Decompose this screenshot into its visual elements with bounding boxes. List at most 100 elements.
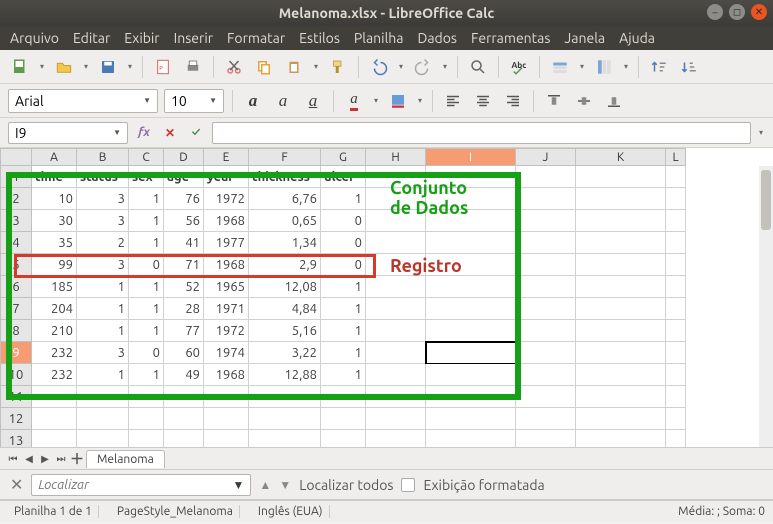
tab-next-icon[interactable]: ▶: [38, 452, 52, 466]
cell[interactable]: 52: [164, 276, 204, 298]
cell[interactable]: [426, 210, 516, 232]
chevron-down-icon[interactable]: ▼: [143, 96, 151, 105]
cell[interactable]: year: [204, 166, 249, 188]
cell[interactable]: 0,65: [249, 210, 321, 232]
cell[interactable]: ulcer: [321, 166, 366, 188]
cell[interactable]: [426, 364, 516, 386]
cell[interactable]: [576, 386, 666, 408]
cell[interactable]: 1968: [204, 210, 249, 232]
cell[interactable]: [249, 386, 321, 408]
cell[interactable]: [366, 210, 426, 232]
font-name-combo[interactable]: ▼: [8, 89, 158, 113]
cell[interactable]: [666, 430, 686, 448]
row-header[interactable]: 4: [0, 232, 32, 254]
cell[interactable]: 1968: [204, 254, 249, 276]
redo-icon[interactable]: [411, 55, 435, 79]
valign-bottom-icon[interactable]: [602, 89, 626, 113]
cell[interactable]: [666, 320, 686, 342]
cell[interactable]: [249, 408, 321, 430]
cell[interactable]: [516, 320, 576, 342]
cell[interactable]: 30: [32, 210, 77, 232]
cell[interactable]: 204: [32, 298, 77, 320]
cell[interactable]: [516, 408, 576, 430]
row-header[interactable]: 5: [0, 254, 32, 276]
valign-middle-icon[interactable]: [572, 89, 596, 113]
cell[interactable]: [666, 232, 686, 254]
cell[interactable]: [576, 320, 666, 342]
cell[interactable]: 1: [129, 188, 164, 210]
undo-icon[interactable]: [367, 55, 391, 79]
cell[interactable]: 1: [77, 320, 129, 342]
cell[interactable]: 77: [164, 320, 204, 342]
cell[interactable]: 1968: [204, 364, 249, 386]
cell[interactable]: [366, 364, 426, 386]
column-header[interactable]: C: [129, 148, 164, 166]
cell[interactable]: 185: [32, 276, 77, 298]
cell[interactable]: 60: [164, 342, 204, 364]
bold-icon[interactable]: a: [241, 89, 265, 113]
formatted-display-checkbox[interactable]: [401, 478, 415, 492]
menu-editar[interactable]: Editar: [73, 30, 110, 46]
find-all-button[interactable]: Localizar todos: [299, 477, 393, 493]
cell[interactable]: 1: [321, 320, 366, 342]
function-wizard-icon[interactable]: fx: [134, 123, 154, 143]
cell[interactable]: [321, 430, 366, 448]
font-color-dropdown[interactable]: ▾: [372, 96, 380, 105]
cell[interactable]: 1: [77, 298, 129, 320]
copy-icon[interactable]: [252, 55, 276, 79]
paste-icon[interactable]: [282, 55, 306, 79]
align-right-icon[interactable]: [501, 89, 525, 113]
save-icon[interactable]: [96, 55, 120, 79]
cell[interactable]: 0: [321, 254, 366, 276]
cell[interactable]: 1: [321, 364, 366, 386]
row-header[interactable]: 12: [0, 408, 32, 430]
cell[interactable]: [576, 276, 666, 298]
cell[interactable]: [666, 210, 686, 232]
cell[interactable]: [321, 386, 366, 408]
cell[interactable]: 6,76: [249, 188, 321, 210]
spreadsheet-area[interactable]: ABCDEFGHIJKL1timestatussexageyearthickne…: [0, 148, 773, 448]
cell[interactable]: 1: [321, 188, 366, 210]
font-color-icon[interactable]: a: [342, 89, 366, 113]
cell[interactable]: status: [77, 166, 129, 188]
cell[interactable]: [666, 408, 686, 430]
minimize-icon[interactable]: –: [707, 4, 723, 20]
cell[interactable]: 1: [129, 298, 164, 320]
new-doc-icon[interactable]: [8, 55, 32, 79]
chevron-down-icon[interactable]: ▼: [209, 96, 217, 105]
clone-format-icon[interactable]: [326, 55, 350, 79]
cell[interactable]: [576, 232, 666, 254]
cell[interactable]: [516, 364, 576, 386]
print-icon[interactable]: [181, 55, 205, 79]
menu-planilha[interactable]: Planilha: [354, 30, 404, 46]
cell[interactable]: 3: [77, 210, 129, 232]
cell[interactable]: [516, 298, 576, 320]
paste-dropdown[interactable]: ▾: [312, 62, 320, 71]
menu-estilos[interactable]: Estilos: [299, 30, 340, 46]
cell[interactable]: [321, 408, 366, 430]
cell[interactable]: 56: [164, 210, 204, 232]
cell[interactable]: [426, 430, 516, 448]
cell[interactable]: [32, 408, 77, 430]
cell[interactable]: 1: [129, 364, 164, 386]
formula-expand-icon[interactable]: ▾: [757, 128, 765, 137]
cell[interactable]: 210: [32, 320, 77, 342]
cell[interactable]: 1971: [204, 298, 249, 320]
cell[interactable]: [426, 320, 516, 342]
cell[interactable]: 1977: [204, 232, 249, 254]
cell[interactable]: [366, 166, 426, 188]
cell[interactable]: [576, 342, 666, 364]
cell[interactable]: [576, 430, 666, 448]
menu-ferramentas[interactable]: Ferramentas: [471, 30, 550, 46]
cell[interactable]: 1: [321, 298, 366, 320]
cell[interactable]: 2: [77, 232, 129, 254]
row-header[interactable]: 6: [0, 276, 32, 298]
cell[interactable]: [366, 342, 426, 364]
cell[interactable]: [426, 342, 516, 364]
cell[interactable]: 1: [129, 232, 164, 254]
column-header[interactable]: A: [32, 148, 77, 166]
close-icon[interactable]: ✕: [10, 475, 23, 494]
open-icon[interactable]: [52, 55, 76, 79]
find-prev-icon[interactable]: ▲: [259, 478, 271, 492]
tab-last-icon[interactable]: ⏭: [54, 452, 68, 466]
